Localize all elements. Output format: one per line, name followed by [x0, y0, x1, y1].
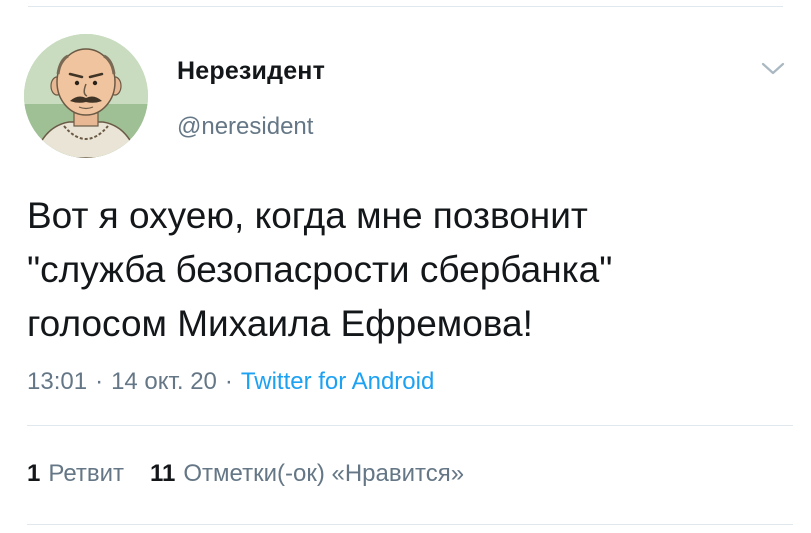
avatar[interactable] [24, 34, 148, 158]
divider [27, 425, 793, 426]
likes-label: Отметки(-ок) «Нравится» [183, 460, 465, 487]
retweets-count: 1 [27, 460, 41, 487]
tweet-time[interactable]: 13:01 [27, 368, 87, 395]
tweet-meta: 13:01 · 14 окт. 20 · Twitter for Android [27, 368, 434, 396]
author-handle[interactable]: @neresident [177, 113, 313, 141]
retweets-label: Ретвит [48, 460, 125, 487]
retweets-stat[interactable]: 1 Ретвит [27, 460, 124, 487]
tweet-card: Нерезидент @neresident Вот я охуею, когд… [0, 0, 811, 533]
author-display-name[interactable]: Нерезидент [177, 57, 325, 86]
tweet-date[interactable]: 14 окт. 20 [111, 368, 217, 395]
meta-separator: · [224, 368, 233, 395]
likes-stat[interactable]: 11 Отметки(-ок) «Нравится» [150, 460, 464, 487]
tweet-source-link[interactable]: Twitter for Android [241, 368, 434, 395]
meta-separator: · [95, 368, 104, 395]
tweet-stats: 1 Ретвит 11 Отметки(-ок) «Нравится» [27, 460, 464, 488]
divider [27, 524, 793, 525]
likes-count: 11 [150, 460, 176, 487]
chevron-down-icon[interactable] [760, 60, 786, 78]
tweet-text: Вот я охуею, когда мне позвонит "служба … [27, 195, 613, 344]
cartoon-man-avatar-icon [24, 34, 148, 158]
